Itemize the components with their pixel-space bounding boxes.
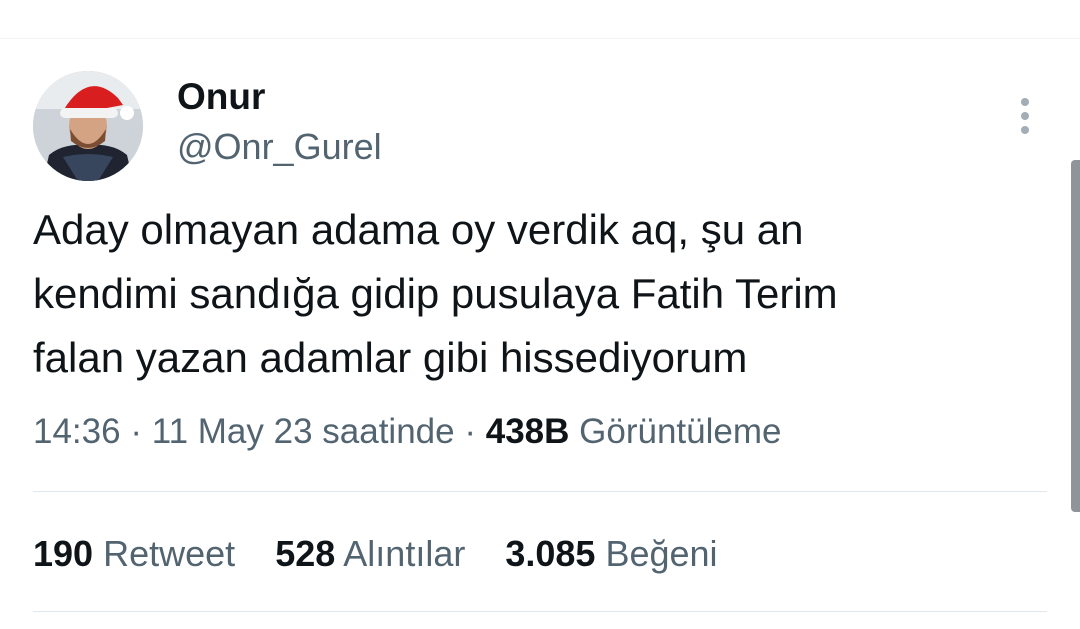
divider	[33, 611, 1047, 612]
tweet-text-line: falan yazan adamlar gibi hissediyorum	[33, 334, 748, 381]
quotes-label: Alıntılar	[343, 533, 466, 574]
separator-dot: ·	[130, 412, 152, 451]
tweet-date[interactable]: 11 May 23 saatinde	[152, 412, 455, 451]
views-label: Görüntüleme	[579, 412, 782, 451]
tweet-text-line: kendimi sandığa gidip pusulaya Fatih Ter…	[33, 270, 838, 317]
engagement-stats: 190 Retweet 528 Alıntılar 3.085 Beğeni	[33, 533, 748, 575]
views-count: 438B	[485, 412, 570, 451]
more-options-button[interactable]	[1011, 96, 1039, 136]
tweet-meta: 14:36 · 11 May 23 saatinde · 438B Görünt…	[33, 412, 781, 452]
retweets-label: Retweet	[103, 533, 236, 574]
avatar[interactable]	[33, 71, 143, 181]
author-name[interactable]: Onur	[177, 76, 265, 118]
top-divider	[0, 38, 1080, 39]
retweets-count: 190	[33, 533, 94, 574]
divider	[33, 491, 1047, 492]
scrollbar[interactable]	[1071, 160, 1080, 512]
more-vertical-icon	[1021, 98, 1029, 134]
quotes-count: 528	[275, 533, 336, 574]
likes-count: 3.085	[505, 533, 596, 574]
quotes-stat[interactable]: 528 Alıntılar	[275, 533, 475, 574]
likes-label: Beğeni	[605, 533, 718, 574]
tweet-text-line: Aday olmayan adama oy verdik aq, şu an	[33, 206, 804, 253]
retweets-stat[interactable]: 190 Retweet	[33, 533, 245, 574]
avatar-image	[33, 71, 143, 181]
tweet-time[interactable]: 14:36	[33, 412, 121, 451]
author-handle[interactable]: @Onr_Gurel	[177, 126, 382, 168]
tweet-text: Aday olmayan adama oy verdik aq, şu an k…	[33, 198, 1033, 390]
separator-dot: ·	[464, 412, 486, 451]
likes-stat[interactable]: 3.085 Beğeni	[505, 533, 717, 574]
